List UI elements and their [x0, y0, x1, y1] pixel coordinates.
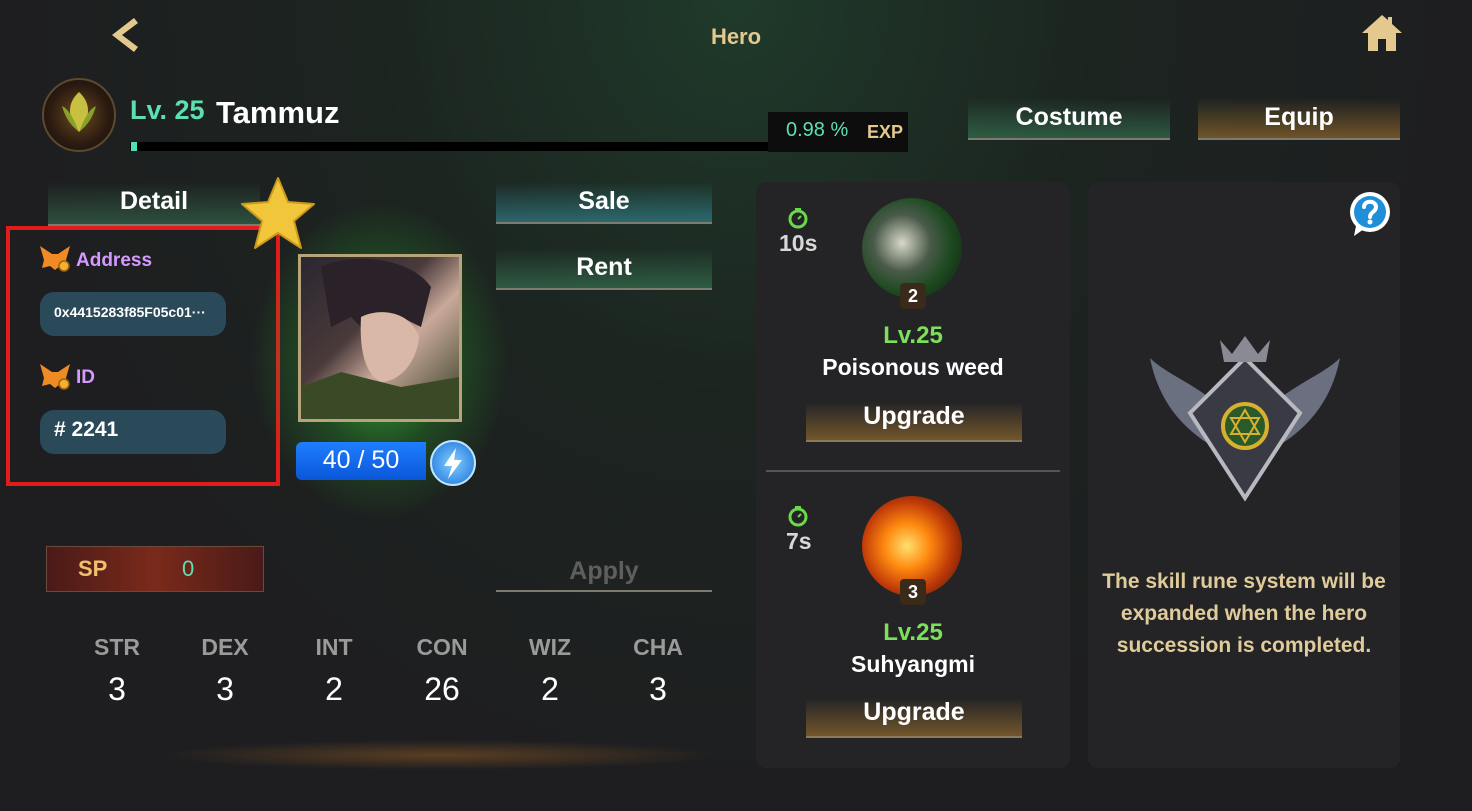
skill-rank-badge: 3	[900, 579, 926, 605]
skill-rank-badge: 2	[900, 283, 926, 309]
exp-bar-track	[130, 142, 770, 151]
stat-value: 3	[649, 671, 667, 707]
exp-percent: 0.98 %	[786, 119, 849, 141]
address-value: 0x4415283f85F05c01···	[54, 304, 206, 320]
id-value: # 2241	[54, 418, 119, 441]
sp-value: 0	[182, 556, 195, 581]
hero-name: Tammuz	[216, 95, 340, 130]
rune-emblem-icon	[1140, 318, 1350, 518]
timer-icon	[787, 505, 809, 527]
page-title: Hero	[710, 24, 762, 49]
metamask-fox-icon	[38, 362, 72, 390]
upgrade-button[interactable]: Upgrade	[806, 402, 1022, 442]
stat-wiz: WIZ 2	[510, 634, 590, 708]
stat-str: STR 3	[77, 634, 157, 708]
stat-con: CON 26	[402, 634, 482, 708]
address-label: Address	[76, 250, 153, 271]
bottom-glow	[160, 740, 720, 770]
stat-name: INT	[315, 634, 353, 660]
apply-button-label: Apply	[569, 557, 639, 585]
upgrade-button-label: Upgrade	[863, 402, 965, 430]
hero-level: Lv. 25	[130, 95, 205, 125]
stat-name: CHA	[633, 634, 683, 660]
stat-name: DEX	[201, 634, 249, 660]
rent-button-label: Rent	[576, 253, 632, 281]
costume-button-label: Costume	[1015, 103, 1123, 131]
stat-name: STR	[94, 634, 140, 660]
tab-detail-label: Detail	[119, 187, 189, 215]
upgrade-button[interactable]: Upgrade	[806, 698, 1022, 738]
lightning-icon[interactable]	[430, 440, 476, 486]
timer-icon	[787, 207, 809, 229]
stat-value: 3	[108, 671, 126, 707]
skill-cooldown: 7s	[786, 528, 812, 554]
stat-value: 26	[424, 671, 460, 707]
hero-class-emblem	[42, 78, 116, 152]
upgrade-button-label: Upgrade	[863, 698, 965, 726]
favorite-star-icon[interactable]	[236, 172, 320, 256]
divider	[766, 470, 1060, 472]
exp-bar-fill	[131, 142, 137, 151]
stat-int: INT 2	[294, 634, 374, 708]
skill-level: Lv.25	[883, 619, 943, 646]
skill-name: Poisonous weed	[822, 354, 1004, 380]
costume-button[interactable]: Costume	[968, 98, 1170, 140]
equip-button[interactable]: Equip	[1198, 98, 1400, 140]
tab-detail[interactable]: Detail	[48, 182, 260, 226]
sale-button-label: Sale	[578, 187, 630, 215]
skill-level: Lv.25	[883, 322, 943, 349]
apply-button[interactable]: Apply	[496, 552, 712, 592]
rent-button[interactable]: Rent	[496, 248, 712, 290]
help-icon[interactable]	[1346, 190, 1394, 238]
exp-label: EXP	[867, 122, 904, 142]
skill-name: Suhyangmi	[851, 651, 975, 677]
metamask-fox-icon	[38, 244, 72, 272]
stat-value: 2	[541, 671, 559, 707]
rune-system-message: The skill rune system will be expanded w…	[1102, 570, 1386, 657]
skill-cooldown: 10s	[779, 230, 818, 256]
sale-button[interactable]: Sale	[496, 182, 712, 224]
stat-value: 3	[216, 671, 234, 707]
stat-name: WIZ	[528, 634, 572, 660]
sp-label: SP	[78, 556, 108, 581]
stat-name: CON	[416, 634, 468, 660]
stat-dex: DEX 3	[185, 634, 265, 708]
equip-button-label: Equip	[1264, 103, 1334, 131]
stat-cha: CHA 3	[618, 634, 698, 708]
stat-value: 2	[325, 671, 343, 707]
hero-portrait[interactable]	[298, 254, 462, 422]
home-icon[interactable]	[1360, 12, 1404, 54]
stamina-value: 40 / 50	[322, 446, 400, 474]
id-label: ID	[76, 367, 95, 388]
